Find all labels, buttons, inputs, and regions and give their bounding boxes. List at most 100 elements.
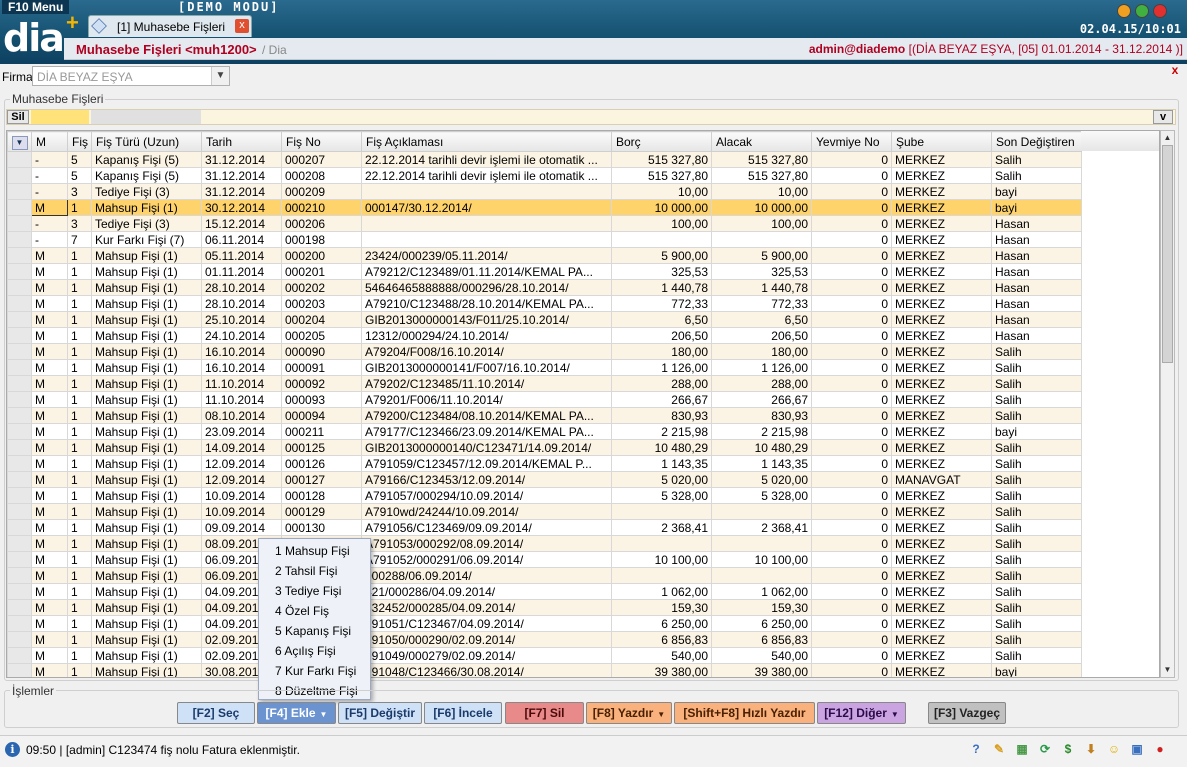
table-row[interactable]: M 1 Mahsup Fişi (1) 16.10.2014 000091 GIB2013… <box>7 359 1082 376</box>
menu-item-7[interactable]: 7 Kur Farkı Fişi <box>259 661 370 681</box>
table-row[interactable]: M 1 Mahsup Fişi (1) 12.09.2014 000127 A79166/… <box>7 471 1082 488</box>
tab-muhasebe-fisleri[interactable]: [1] Muhasebe Fişleri x <box>88 15 252 37</box>
row-indicator[interactable] <box>7 279 32 296</box>
column-header-sube[interactable]: Şube <box>891 131 992 152</box>
filter-expand-button[interactable]: v <box>1153 110 1173 124</box>
column-chooser[interactable]: ▼ <box>7 131 32 152</box>
row-indicator[interactable] <box>7 647 32 664</box>
ekle-button[interactable]: [F4] Ekle ▼ <box>257 702 336 724</box>
row-indicator[interactable] <box>7 551 32 568</box>
table-row[interactable]: M1Mahsup Fişi (1)30.08.2014000139791048/… <box>7 663 1082 677</box>
row-indicator[interactable] <box>7 375 32 392</box>
table-row[interactable]: M 1 Mahsup Fişi (1) 01.11.2014 000201 A79212/… <box>7 263 1082 280</box>
menu-item-5[interactable]: 5 Kapanış Fişi <box>259 621 370 641</box>
table-row[interactable]: M 1 Mahsup Fişi (1) 11.10.2014 000092 A79202/… <box>7 375 1082 392</box>
scroll-down-icon[interactable]: ▼ <box>1161 663 1174 677</box>
row-indicator[interactable] <box>7 327 32 344</box>
row-indicator[interactable] <box>7 295 32 312</box>
row-indicator[interactable] <box>7 631 32 648</box>
row-indicator[interactable] <box>7 615 32 632</box>
table-row[interactable]: M1Mahsup Fişi (1)04.09.2014000134421/000… <box>7 583 1082 600</box>
table-row[interactable]: M 1 Mahsup Fişi (1) 12.09.2014 000126 A791059… <box>7 455 1082 472</box>
row-indicator[interactable] <box>7 407 32 424</box>
table-row-selected[interactable]: M 1 Mahsup Fişi (1) 30.12.2014 000210 000147/… <box>7 199 1082 216</box>
filter-cell[interactable] <box>91 110 201 124</box>
table-row[interactable]: M1Mahsup Fişi (1)02.09.2014000137791050/… <box>7 631 1082 648</box>
help-icon[interactable]: ? <box>966 738 986 760</box>
table-row[interactable]: -7 Kur Farkı Fişi (7) 06.11.2014 000198 0 MER… <box>7 231 1082 248</box>
column-header-yevmiye-no[interactable]: Yevmiye No <box>811 131 892 152</box>
row-indicator[interactable] <box>7 231 32 248</box>
table-row[interactable]: M 1 Mahsup Fişi (1) 28.10.2014 000203 A79210/… <box>7 295 1082 312</box>
clear-filter-button[interactable]: Sil <box>7 110 29 124</box>
close-window-icon[interactable] <box>1153 4 1167 18</box>
row-indicator[interactable] <box>7 471 32 488</box>
table-row[interactable]: M 1 Mahsup Fişi (1) 25.10.2014 000204 GIB2013… <box>7 311 1082 328</box>
incele-button[interactable]: [F6] İncele <box>424 702 502 724</box>
smiley-icon[interactable]: ☺ <box>1104 738 1124 760</box>
new-tab-plus-icon[interactable]: + <box>66 12 79 34</box>
vazgec-button[interactable]: [F3] Vazgeç <box>928 702 1006 724</box>
row-indicator[interactable] <box>7 503 32 520</box>
row-indicator[interactable] <box>7 519 32 536</box>
yazdir-button[interactable]: [F8] Yazdır ▼ <box>586 702 672 724</box>
row-indicator[interactable] <box>7 567 32 584</box>
row-indicator[interactable] <box>7 535 32 552</box>
menu-item-4[interactable]: 4 Özel Fiş <box>259 601 370 621</box>
exit-icon[interactable]: ● <box>1150 738 1170 760</box>
column-header-tarih[interactable]: Tarih <box>201 131 282 152</box>
row-indicator[interactable] <box>7 247 32 264</box>
row-indicator[interactable] <box>7 423 32 440</box>
row-indicator[interactable] <box>7 391 32 408</box>
column-header-son-degistiren[interactable]: Son Değiştiren <box>991 131 1082 152</box>
table-row[interactable]: M 1 Mahsup Fişi (1) 16.10.2014 000090 A79204/… <box>7 343 1082 360</box>
table-row[interactable]: M 1 Mahsup Fişi (1) 14.09.2014 000125 GIB2013… <box>7 439 1082 456</box>
row-indicator[interactable] <box>7 455 32 472</box>
hizli-yazdir-button[interactable]: [Shift+F8] Hızlı Yazdır <box>674 702 815 724</box>
table-row[interactable]: M1Mahsup Fişi (1)08.09.2014000131A791053… <box>7 535 1082 552</box>
table-row[interactable]: M1Mahsup Fişi (1)06.09.2014000133000288/… <box>7 567 1082 584</box>
sec-button[interactable]: [F2] Seç <box>177 702 255 724</box>
scroll-up-icon[interactable]: ▲ <box>1161 131 1174 145</box>
tools-icon[interactable]: ✎ <box>989 738 1009 760</box>
download-icon[interactable]: ⬇ <box>1081 738 1101 760</box>
row-indicator[interactable] <box>7 167 32 184</box>
table-row[interactable]: -5 Kapanış Fişi (5) 31.12.2014 000207 22.12.… <box>7 151 1082 168</box>
table-row[interactable]: M1Mahsup Fişi (1)02.09.2014000138791049/… <box>7 647 1082 664</box>
column-header-m[interactable]: M <box>31 131 68 152</box>
menu-item-1[interactable]: 1 Mahsup Fişi <box>259 541 370 561</box>
table-row[interactable]: -3 Tediye Fişi (3) 31.12.2014 000209 10,00 10… <box>7 183 1082 200</box>
refresh-icon[interactable]: ⟳ <box>1035 738 1055 760</box>
currency-icon[interactable]: $ <box>1058 738 1078 760</box>
column-header-fis[interactable]: Fiş <box>67 131 92 152</box>
f10-menu-button[interactable]: F10 Menu <box>2 0 70 14</box>
table-row[interactable]: M 1 Mahsup Fişi (1) 08.10.2014 000094 A79200/… <box>7 407 1082 424</box>
row-indicator[interactable] <box>7 663 32 677</box>
row-indicator[interactable] <box>7 359 32 376</box>
filter-cell[interactable] <box>31 110 89 124</box>
row-indicator[interactable] <box>7 199 32 216</box>
row-indicator[interactable] <box>7 183 32 200</box>
table-row[interactable]: -3 Tediye Fişi (3) 15.12.2014 000206 100,00 1… <box>7 215 1082 232</box>
firma-select[interactable]: DİA BEYAZ EŞYA ▼ <box>32 66 230 86</box>
sil-button[interactable]: [F7] Sil <box>505 702 584 724</box>
maximize-icon[interactable] <box>1135 4 1149 18</box>
chevron-down-icon[interactable]: ▼ <box>11 135 28 150</box>
table-row[interactable]: M 1 Mahsup Fişi (1) 05.11.2014 000200 23424/0… <box>7 247 1082 264</box>
column-header-alacak[interactable]: Alacak <box>711 131 812 152</box>
table-row[interactable]: -5 Kapanış Fişi (5) 31.12.2014 000208 22.12.… <box>7 167 1082 184</box>
row-indicator[interactable] <box>7 599 32 616</box>
row-indicator[interactable] <box>7 439 32 456</box>
form-close-icon[interactable]: x <box>1168 63 1182 77</box>
minimize-icon[interactable] <box>1117 4 1131 18</box>
row-indicator[interactable] <box>7 343 32 360</box>
chevron-down-icon[interactable]: ▼ <box>211 67 229 85</box>
row-indicator[interactable] <box>7 311 32 328</box>
menu-item-2[interactable]: 2 Tahsil Fişi <box>259 561 370 581</box>
row-indicator[interactable] <box>7 263 32 280</box>
vertical-scrollbar[interactable]: ▲ ▼ <box>1160 130 1175 678</box>
table-row[interactable]: M 1 Mahsup Fişi (1) 28.10.2014 000202 5464646… <box>7 279 1082 296</box>
table-row[interactable]: M 1 Mahsup Fişi (1) 23.09.2014 000211 A79177/… <box>7 423 1082 440</box>
table-row[interactable]: M 1 Mahsup Fişi (1) 09.09.2014 000130 A791056… <box>7 519 1082 536</box>
diger-button[interactable]: [F12] Diğer ▼ <box>817 702 906 724</box>
